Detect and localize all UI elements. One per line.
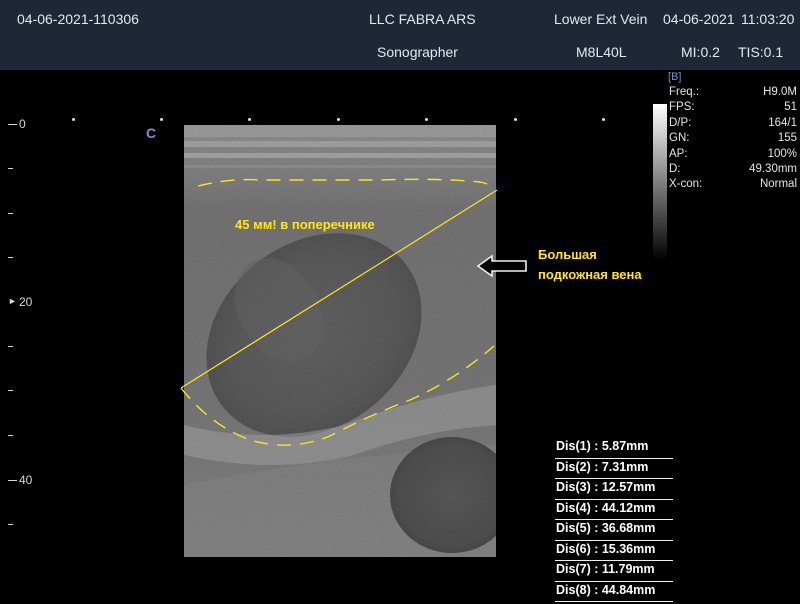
grayscale-bar [653, 104, 667, 260]
lateral-dot [160, 118, 163, 121]
measurement-row: Dis(4) : 44.12mm [555, 500, 673, 520]
vein-annotation: Большая подкожная вена [538, 245, 642, 285]
header-bar: 04-06-2021-110306 LLC FABRA ARS Lower Ex… [0, 0, 800, 70]
operator-label: Sonographer [377, 44, 458, 60]
param-key: AP: [669, 147, 688, 160]
lateral-dot [514, 118, 517, 121]
lateral-dot [72, 118, 75, 121]
param-key: Freq.: [669, 86, 700, 98]
lateral-dot [248, 118, 251, 121]
param-value: 51 [784, 101, 797, 114]
exam-preset: Lower Ext Vein [554, 11, 648, 27]
measurement-row: Dis(7) : 11.79mm [555, 561, 673, 582]
thermal-index: TIS:0.1 [738, 44, 784, 60]
depth-label-0: 0 [19, 117, 26, 131]
depth-tick [8, 124, 17, 125]
probe-model: M8L40L [576, 44, 627, 60]
param-value: 49.30mm [749, 163, 797, 175]
ultrasound-image-svg [184, 125, 496, 557]
depth-tick [8, 524, 13, 525]
lateral-dot [337, 118, 340, 121]
measurement-row: Dis(5) : 36.68mm [555, 520, 673, 541]
measurement-row: Dis(2) : 7.31mm [555, 459, 673, 479]
diameter-annotation: 45 мм! в поперечнике [235, 217, 375, 232]
mechanical-index: MI:0.2 [681, 44, 720, 60]
exam-id: 04-06-2021-110306 [17, 11, 139, 27]
focus-marker-icon: ► [8, 296, 17, 306]
measurement-results: Dis(1) : 5.87mm Dis(2) : 7.31mm Dis(3) :… [555, 438, 673, 602]
measurement-row: Dis(3) : 12.57mm [555, 479, 673, 500]
depth-label-20: 20 [19, 295, 33, 309]
depth-tick [8, 213, 13, 214]
param-value: 164/1 [768, 116, 797, 129]
param-key: D: [669, 163, 681, 175]
param-key: FPS: [669, 101, 695, 114]
depth-tick [8, 257, 13, 258]
exam-time: 11:03:20 [741, 11, 795, 27]
depth-tick [8, 480, 17, 481]
vein-annotation-line2: подкожная вена [538, 267, 642, 282]
institution-name: LLC FABRA ARS [369, 11, 476, 27]
param-key: X-con: [669, 178, 703, 191]
param-value: H9.0M [763, 86, 797, 98]
lateral-dot [425, 118, 428, 121]
vein-annotation-line1: Большая [538, 247, 597, 262]
measurement-row: Dis(8) : 44.84mm [555, 582, 673, 602]
imaging-mode-tag: [B] [668, 71, 682, 83]
depth-label-40: 40 [19, 473, 33, 487]
measurement-row: Dis(6) : 15.36mm [555, 541, 673, 561]
param-value: 100% [767, 147, 797, 160]
lateral-dot [602, 118, 605, 121]
param-key: GN: [669, 132, 690, 145]
ultrasound-image[interactable] [184, 125, 496, 557]
depth-tick [8, 168, 13, 169]
measurement-row: Dis(1) : 5.87mm [555, 438, 673, 459]
param-key: D/P: [669, 116, 692, 129]
depth-tick [8, 435, 13, 436]
depth-tick [8, 390, 13, 391]
param-value: 155 [777, 132, 797, 145]
probe-orientation-mark: C [146, 125, 157, 141]
exam-date: 04-06-2021 [663, 11, 735, 27]
param-value: Normal [759, 178, 797, 191]
depth-tick [8, 346, 13, 347]
